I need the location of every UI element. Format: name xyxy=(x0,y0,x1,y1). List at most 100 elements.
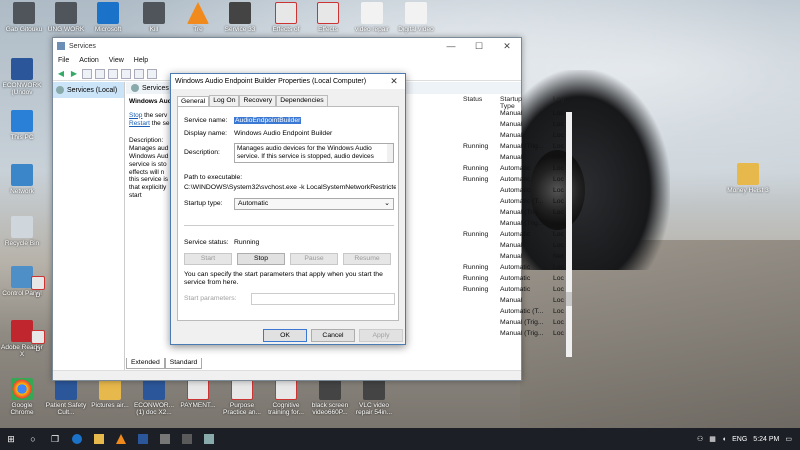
services-app-icon xyxy=(57,42,65,50)
column-header-startup-type[interactable]: Startup Type xyxy=(500,96,522,110)
desktop-icon[interactable]: Kill xyxy=(132,2,176,33)
start-button[interactable]: ⊞ xyxy=(0,428,22,450)
desktop-icon[interactable]: Tre xyxy=(176,2,220,33)
apply-button[interactable]: Apply xyxy=(359,329,403,342)
description-textbox[interactable]: Manages audio devices for the Windows Au… xyxy=(234,143,394,163)
menu-view[interactable]: View xyxy=(109,57,124,64)
column-header-status[interactable]: Status xyxy=(463,96,482,107)
row-startup-type: Manual xyxy=(500,154,523,161)
tab-extended[interactable]: Extended xyxy=(126,358,165,369)
desktop-icon[interactable]: VLC video repair 54in... xyxy=(352,378,396,416)
start-button[interactable]: Start xyxy=(184,253,232,265)
row-status: Running xyxy=(463,264,489,271)
desktop-icon[interactable]: Gab Gitouku xyxy=(2,2,46,33)
file-explorer-icon[interactable] xyxy=(88,428,110,450)
row-log-on: Loc xyxy=(553,297,564,304)
folder-icon xyxy=(99,378,121,400)
maximize-button[interactable]: ☐ xyxy=(465,41,493,52)
scrollbar-thumb[interactable] xyxy=(566,292,572,306)
view-icon[interactable] xyxy=(147,68,157,79)
notifications-icon[interactable]: ▭ xyxy=(785,435,792,443)
desktop-icon[interactable]: Money Heist 3 xyxy=(718,163,778,194)
forward-arrow-icon[interactable]: ▶ xyxy=(69,69,79,79)
desktop-icon[interactable]: Service 33 xyxy=(218,2,262,33)
desktop-icon[interactable]: Microsoft xyxy=(86,2,130,33)
video-icon xyxy=(229,2,251,24)
desktop-icon[interactable]: Effects of xyxy=(264,2,308,33)
startup-type-select[interactable]: Automatic ⌄ xyxy=(234,198,394,210)
minimize-button[interactable]: — xyxy=(437,41,465,52)
word-icon xyxy=(143,378,165,400)
services-taskbar-icon[interactable] xyxy=(198,428,220,450)
desktop-icon[interactable]: UNG WORK xyxy=(44,2,88,33)
desktop-icon[interactable]: black screen video660P... xyxy=(308,378,352,416)
show-tree-icon[interactable] xyxy=(82,68,92,79)
row-startup-type: Manual (Trig... xyxy=(500,330,544,337)
search-icon[interactable]: ○ xyxy=(22,428,44,450)
desktop-icon[interactable]: This PC xyxy=(0,110,44,141)
row-log-on: Loc xyxy=(553,209,564,216)
close-button[interactable]: ✕ xyxy=(493,41,521,52)
desktop-icon[interactable]: video repair xyxy=(350,2,394,33)
desktop-icon[interactable]: Effects xyxy=(306,2,350,33)
services-scrollbar[interactable] xyxy=(566,112,572,357)
resume-button[interactable]: Resume xyxy=(343,253,391,265)
menu-help[interactable]: Help xyxy=(134,57,148,64)
start-params-input[interactable] xyxy=(251,293,395,305)
row-status: Running xyxy=(463,176,489,183)
refresh-icon[interactable] xyxy=(108,68,118,79)
volume-icon[interactable]: ◖ xyxy=(722,436,726,443)
dialog-titlebar[interactable]: Windows Audio Endpoint Builder Propertie… xyxy=(171,74,405,89)
column-header-log-on[interactable]: Log xyxy=(553,96,564,107)
row-log-on: Loc xyxy=(553,330,564,337)
console-tree: Services (Local) xyxy=(53,82,125,371)
properties-icon[interactable] xyxy=(95,68,105,79)
system-tray: ⚇ ▦ ◖ ENG 5:24 PM ▭ xyxy=(697,435,800,444)
path-value[interactable]: C:\WINDOWS\System32\svchost.exe -k Local… xyxy=(184,184,396,191)
desktop-icon[interactable]: Digital video xyxy=(394,2,438,33)
language-indicator[interactable]: ENG xyxy=(732,436,747,443)
people-icon[interactable]: ⚇ xyxy=(697,435,703,443)
service-name-value[interactable]: AudioEndpointBuilder xyxy=(234,117,302,124)
ok-button[interactable]: OK xyxy=(263,329,307,342)
desktop-icon[interactable]: D xyxy=(26,330,50,353)
word-icon[interactable] xyxy=(132,428,154,450)
services-titlebar[interactable]: Services — ☐ ✕ xyxy=(53,38,521,54)
desktop-icon[interactable]: Cognitive training for... xyxy=(264,378,308,416)
vlc-icon[interactable] xyxy=(110,428,132,450)
menu-action[interactable]: Action xyxy=(79,57,98,64)
desktop-icon[interactable]: Pictures air... xyxy=(88,378,132,409)
restart-service-link[interactable]: Restart xyxy=(129,120,150,127)
desktop-icon[interactable]: PAYMENT... xyxy=(176,378,220,409)
desktop-icon[interactable]: Recycle Bin xyxy=(0,216,44,247)
desktop-icon[interactable]: Network xyxy=(0,164,44,195)
clock[interactable]: 5:24 PM xyxy=(753,436,779,443)
description-scrollbar[interactable] xyxy=(387,144,393,162)
export-icon[interactable] xyxy=(121,68,131,79)
desktop-icon[interactable]: Purpose Practice an... xyxy=(220,378,264,416)
desktop-icon[interactable]: Patient Safety Cult... xyxy=(44,378,88,416)
stop-service-link[interactable]: Stop xyxy=(129,112,142,119)
cancel-button[interactable]: Cancel xyxy=(311,329,355,342)
dialog-close-button[interactable]: ✕ xyxy=(383,76,405,87)
help-icon[interactable] xyxy=(134,68,144,79)
back-arrow-icon[interactable]: ◀ xyxy=(56,69,66,79)
menu-file[interactable]: File xyxy=(58,57,69,64)
row-log-on: Loc xyxy=(553,165,564,172)
network-icon[interactable]: ▦ xyxy=(709,435,716,443)
pause-button[interactable]: Pause xyxy=(290,253,338,265)
path-label: Path to executable: xyxy=(184,174,243,181)
app-icon[interactable] xyxy=(176,428,198,450)
store-icon[interactable] xyxy=(154,428,176,450)
stop-button[interactable]: Stop xyxy=(237,253,285,265)
edge-icon[interactable] xyxy=(66,428,88,450)
tab-standard[interactable]: Standard xyxy=(164,358,203,369)
desktop-icon[interactable]: D xyxy=(26,276,50,299)
desktop-icon[interactable]: ECONWOR... (1) doc X2... xyxy=(132,378,176,416)
tree-item-services-local[interactable]: Services (Local) xyxy=(53,82,124,98)
display-name-value[interactable]: Windows Audio Endpoint Builder xyxy=(234,130,332,137)
row-log-on: Loc xyxy=(553,264,564,271)
task-view-icon[interactable]: ❐ xyxy=(44,428,66,450)
desktop-icon[interactable]: Google Chrome xyxy=(0,378,44,416)
desktop-icon[interactable]: ECONWORK (Undov xyxy=(0,58,44,96)
